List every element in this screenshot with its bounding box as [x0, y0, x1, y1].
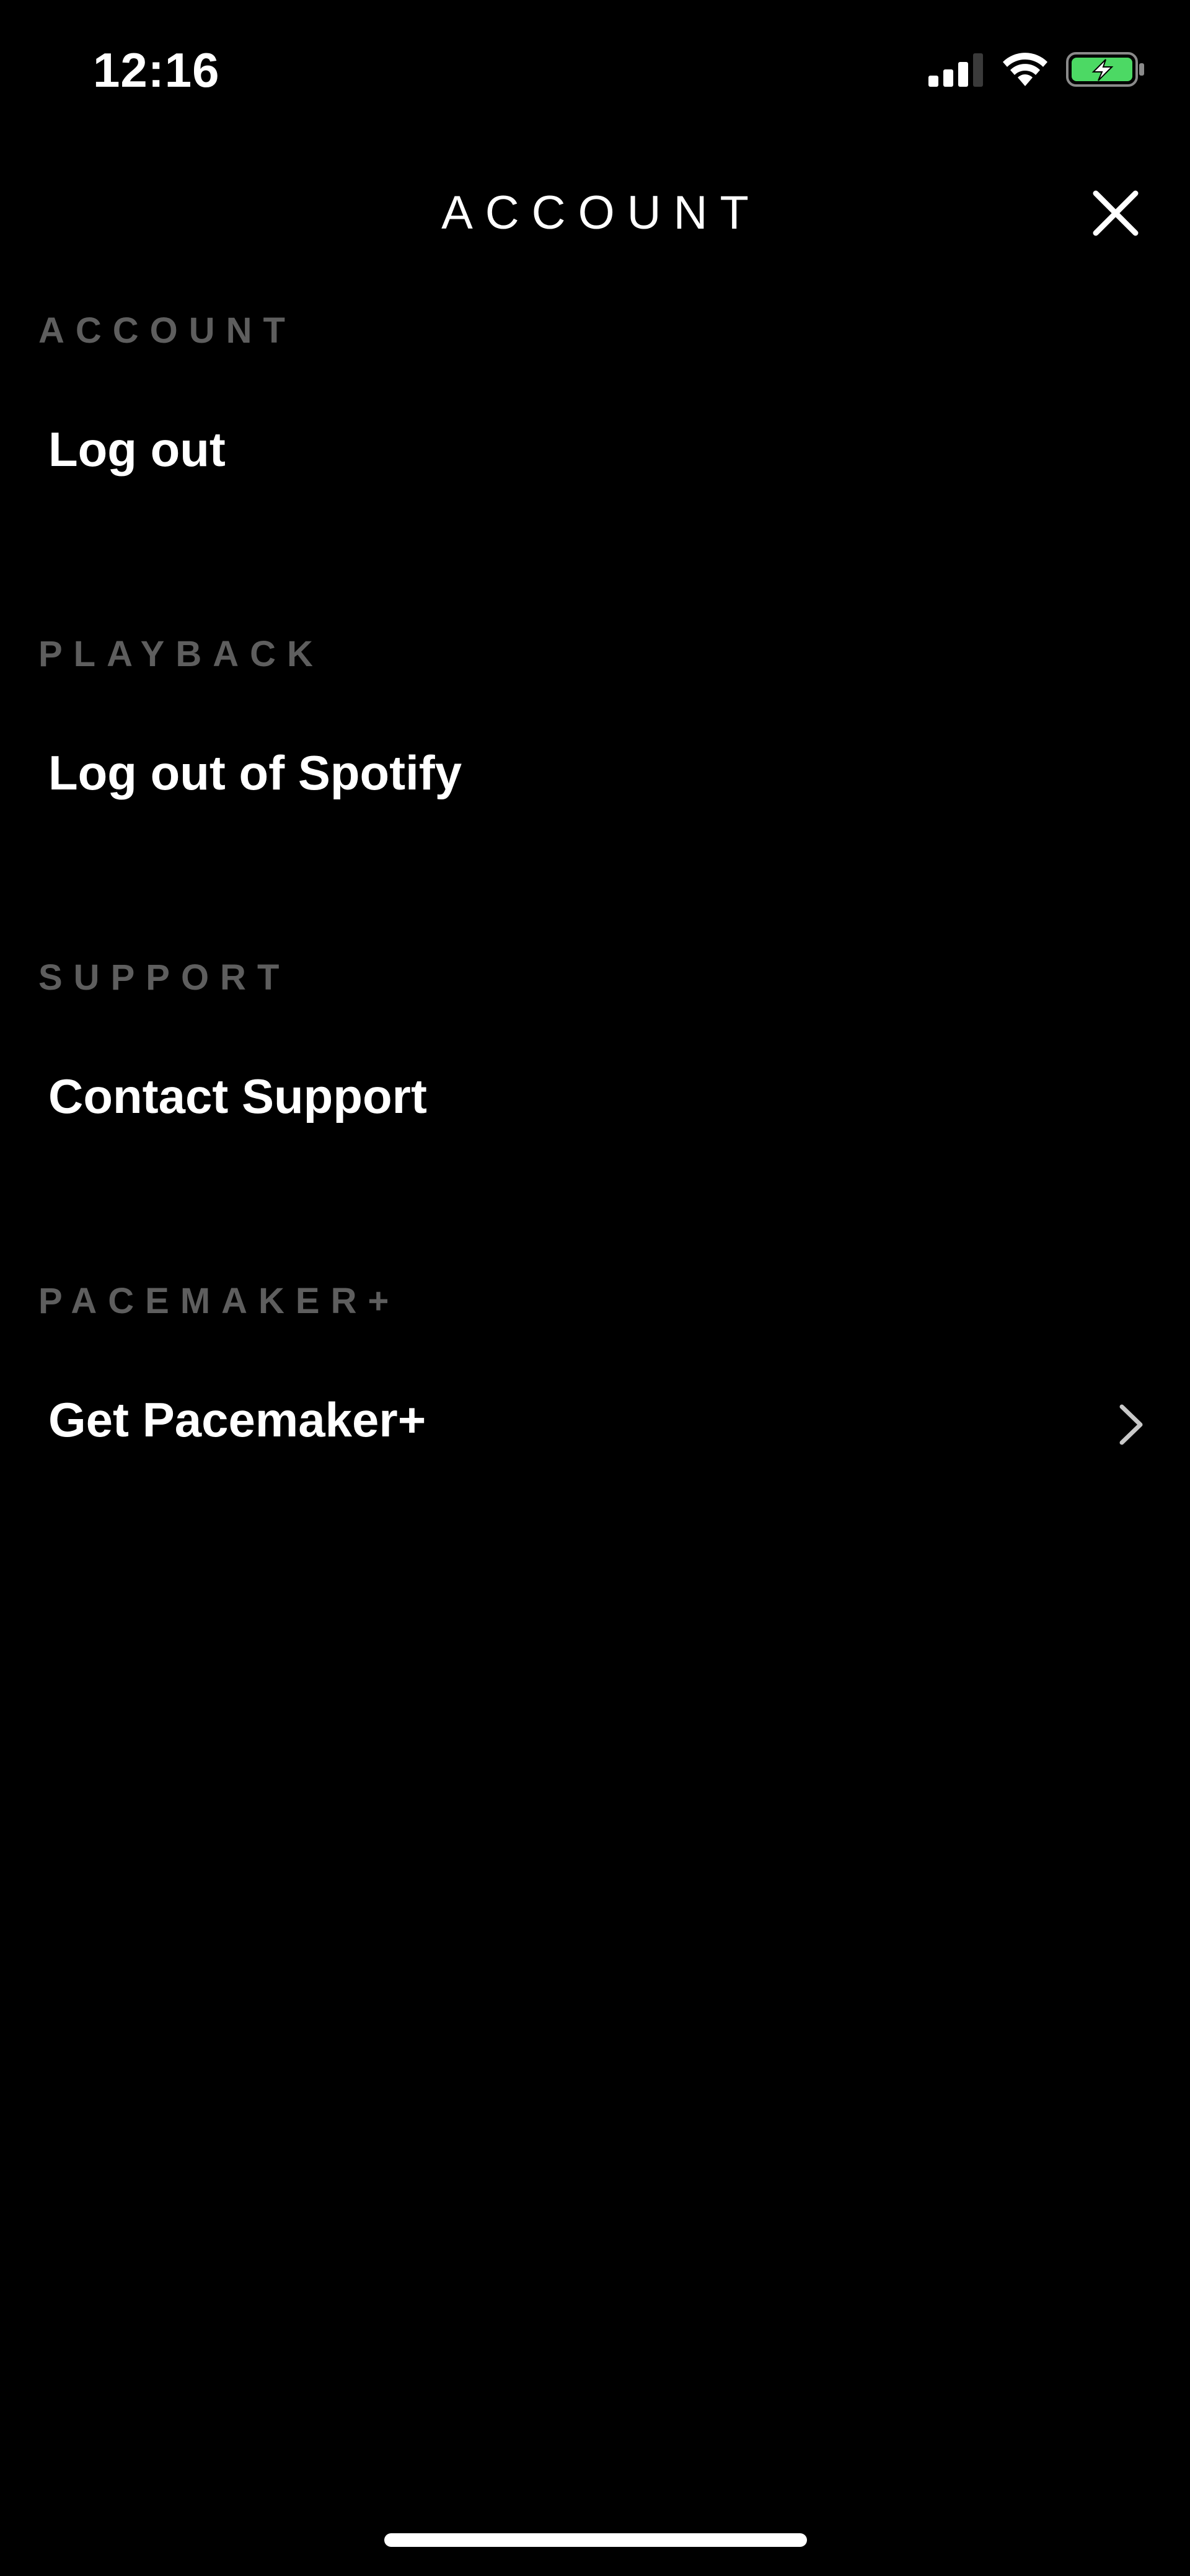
section-header: PLAYBACK: [38, 634, 324, 674]
settings-list: ACCOUNT Log out PLAYBACK Log out of Spot…: [0, 310, 1190, 1604]
status-time: 12:16: [93, 43, 220, 97]
section-playback: PLAYBACK Log out of Spotify: [0, 633, 1190, 957]
cellular-signal-icon: [928, 53, 983, 87]
get-pacemaker-plus-button[interactable]: Get Pacemaker+: [0, 1373, 1190, 1472]
wifi-icon: [1003, 53, 1047, 86]
chevron-right-icon: [1119, 1404, 1143, 1445]
battery-charging-icon: [1066, 52, 1144, 87]
close-icon: [1093, 190, 1139, 236]
log-out-button[interactable]: Log out: [0, 403, 1190, 502]
section-account: ACCOUNT Log out: [0, 310, 1190, 633]
section-support: SUPPORT Contact Support: [0, 957, 1190, 1280]
section-header: SUPPORT: [38, 957, 291, 998]
home-indicator[interactable]: [384, 2533, 807, 2547]
section-header: PACEMAKER+: [38, 1281, 400, 1321]
status-icons: [928, 51, 1147, 88]
section-item-label: Log out of Spotify: [48, 745, 462, 800]
page-header: ACCOUNT: [0, 167, 1190, 254]
page-title: ACCOUNT: [441, 187, 761, 239]
log-out-of-spotify-button[interactable]: Log out of Spotify: [0, 726, 1190, 825]
status-bar: 12:16: [0, 0, 1190, 143]
section-pacemaker-plus: PACEMAKER+ Get Pacemaker+: [0, 1280, 1190, 1604]
close-button[interactable]: [1085, 182, 1147, 244]
section-item-label: Get Pacemaker+: [48, 1392, 426, 1447]
contact-support-button[interactable]: Contact Support: [0, 1050, 1190, 1149]
section-header: ACCOUNT: [38, 310, 296, 351]
section-item-label: Contact Support: [48, 1069, 427, 1123]
section-item-label: Log out: [48, 422, 226, 477]
